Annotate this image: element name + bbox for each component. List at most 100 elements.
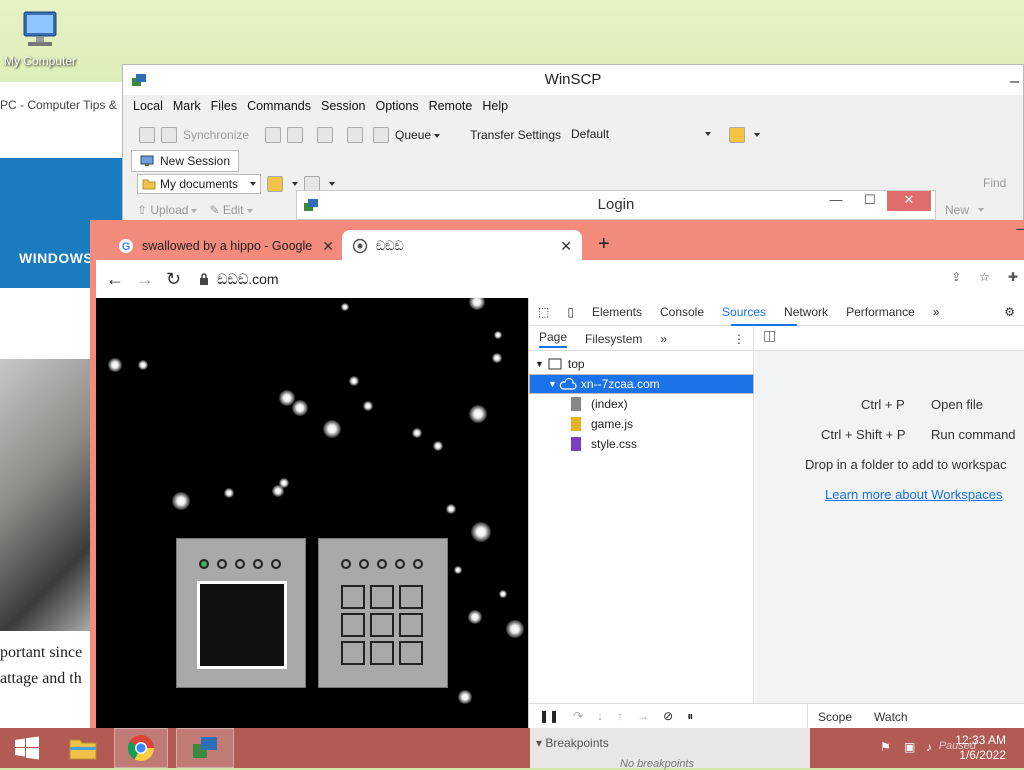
step-icon[interactable]: → [637,709,649,723]
keypad-key[interactable] [370,613,394,637]
gear-icon[interactable]: ⚙ [995,305,1024,319]
keypad-key[interactable] [341,613,365,637]
tab-console[interactable]: Console [651,305,713,319]
extensions-icon[interactable]: ✚ [1008,270,1018,284]
step-into-icon[interactable]: ↓ [597,709,603,723]
left-door-panel[interactable] [176,538,306,688]
menu-mark[interactable]: Mark [173,99,201,113]
local-path-select[interactable]: My documents [137,174,261,194]
putty-icon[interactable] [287,127,304,143]
synchronize-button[interactable]: Synchronize [183,128,249,142]
reload-button[interactable]: ↻ [166,269,181,290]
remote-find-button[interactable]: Find [983,176,1006,190]
keep-up-to-date-icon[interactable] [161,127,177,143]
file-explorer-taskbar-button[interactable] [56,728,110,768]
new-tab-button[interactable]: + [598,233,610,256]
tree-item-domain[interactable]: ▼ xn--7zcaa.com [529,374,754,394]
more-tabs-icon[interactable]: » [924,305,949,319]
back-button[interactable]: ← [106,269,124,290]
transfer-settings-icon[interactable] [729,127,746,143]
toggle-navigator-icon[interactable]: ◫ [763,327,776,343]
menu-help[interactable]: Help [482,99,508,113]
door-screen[interactable] [197,581,287,669]
tab-performance[interactable]: Performance [837,305,924,319]
keypad-key[interactable] [370,585,394,609]
browser-tab-active[interactable]: ඞඞඞ ✕ [342,230,582,262]
gear-icon[interactable] [347,127,364,143]
step-over-icon[interactable]: ↷ [573,709,583,723]
start-button[interactable] [0,728,54,768]
tree-file-index[interactable]: (index) [529,394,754,414]
login-maximize-button[interactable]: ☐ [853,191,887,211]
deactivate-breakpoints-icon[interactable]: ⊘ [663,709,673,723]
no-breakpoints-text: No breakpoints [620,758,694,770]
learn-more-workspaces-link[interactable]: Learn more about Workspaces [825,487,1003,502]
more-navigator-tabs-icon[interactable]: » [660,332,667,346]
tab-close-icon[interactable]: ✕ [560,238,572,255]
device-toolbar-icon[interactable]: ▯ [558,305,583,319]
menu-remote[interactable]: Remote [429,99,473,113]
login-dialog-titlebar[interactable]: Login — ☐ ✕ [296,190,936,220]
inspect-element-icon[interactable]: ⬚ [529,305,558,319]
minimize-button[interactable]: – [1010,67,1019,97]
tab-close-icon[interactable]: ✕ [322,238,334,255]
login-minimize-button[interactable]: — [819,191,853,211]
menu-files[interactable]: Files [211,99,237,113]
right-keypad-panel[interactable] [318,538,448,688]
tab-scope[interactable]: Scope [818,710,852,724]
step-out-icon[interactable]: ↑ [617,709,623,723]
find-files-icon[interactable] [317,127,334,143]
chrome-taskbar-button[interactable] [114,728,168,768]
my-computer-desktop-icon[interactable]: My Computer [2,8,78,68]
more-options-icon[interactable]: ⋮ [733,332,745,346]
breakpoints-header[interactable]: ▾ Breakpoints [536,736,609,750]
address-bar[interactable]: ඞඞඞ.com [199,271,279,288]
keypad-key[interactable] [370,641,394,665]
compare-icon[interactable] [139,127,155,143]
login-close-button[interactable]: ✕ [887,191,931,211]
tab-watch[interactable]: Watch [874,710,908,724]
keypad-key[interactable] [399,641,423,665]
network-icon[interactable]: ▣ [904,740,915,754]
chrome-icon [127,735,155,762]
navigator-tab-filesystem[interactable]: Filesystem [585,332,642,346]
tree-item-top[interactable]: ▼ top [529,354,754,374]
window-minimize-button[interactable]: – [1016,220,1024,236]
console-icon[interactable] [265,127,282,143]
winscp-titlebar[interactable]: WinSCP – [123,65,1023,95]
keypad-key[interactable] [399,585,423,609]
keypad-key[interactable] [399,613,423,637]
drop-folder-text: Drop in a folder to add to workspac [805,457,1007,472]
new-session-tab[interactable]: New Session [131,150,240,172]
action-center-flag-icon[interactable]: ⚑ [880,740,891,754]
tree-file-style-css[interactable]: style.css [529,434,754,454]
tab-network[interactable]: Network [775,305,837,319]
upload-button[interactable]: ⇧ Upload [137,203,198,217]
tab-sources[interactable]: Sources [713,305,775,319]
share-icon[interactable]: ⇪ [951,270,961,284]
menu-commands[interactable]: Commands [247,99,311,113]
pause-icon[interactable]: ❚❚ [539,709,559,723]
tab-elements[interactable]: Elements [583,305,651,319]
queue-button[interactable]: Queue [395,128,441,142]
keypad-key[interactable] [341,585,365,609]
navigator-tab-page[interactable]: Page [539,330,568,348]
remote-new-button[interactable]: New [945,203,985,217]
transfer-settings-select[interactable]: Default [567,125,715,145]
keypad-key[interactable] [341,641,365,665]
bookmark-star-icon[interactable]: ☆ [979,270,990,284]
winscp-taskbar-button[interactable] [176,728,234,768]
menu-options[interactable]: Options [375,99,418,113]
menu-local[interactable]: Local [133,99,163,113]
tree-file-game-js[interactable]: game.js [529,414,754,434]
forward-button[interactable]: → [136,269,154,290]
pause-on-exceptions-icon[interactable]: ⏸ [687,709,693,724]
browser-tab-google[interactable]: G swallowed by a hippo - Google S ✕ [108,230,344,262]
open-folder-icon[interactable] [267,176,283,192]
queue-icon[interactable] [373,127,390,143]
clock[interactable]: 12:33 AM 1/6/2022 [955,733,1006,763]
menu-session[interactable]: Session [321,99,365,113]
volume-icon[interactable]: ♪ [926,740,932,754]
game-canvas[interactable] [96,298,528,728]
edit-button[interactable]: ✎ Edit [209,203,253,217]
